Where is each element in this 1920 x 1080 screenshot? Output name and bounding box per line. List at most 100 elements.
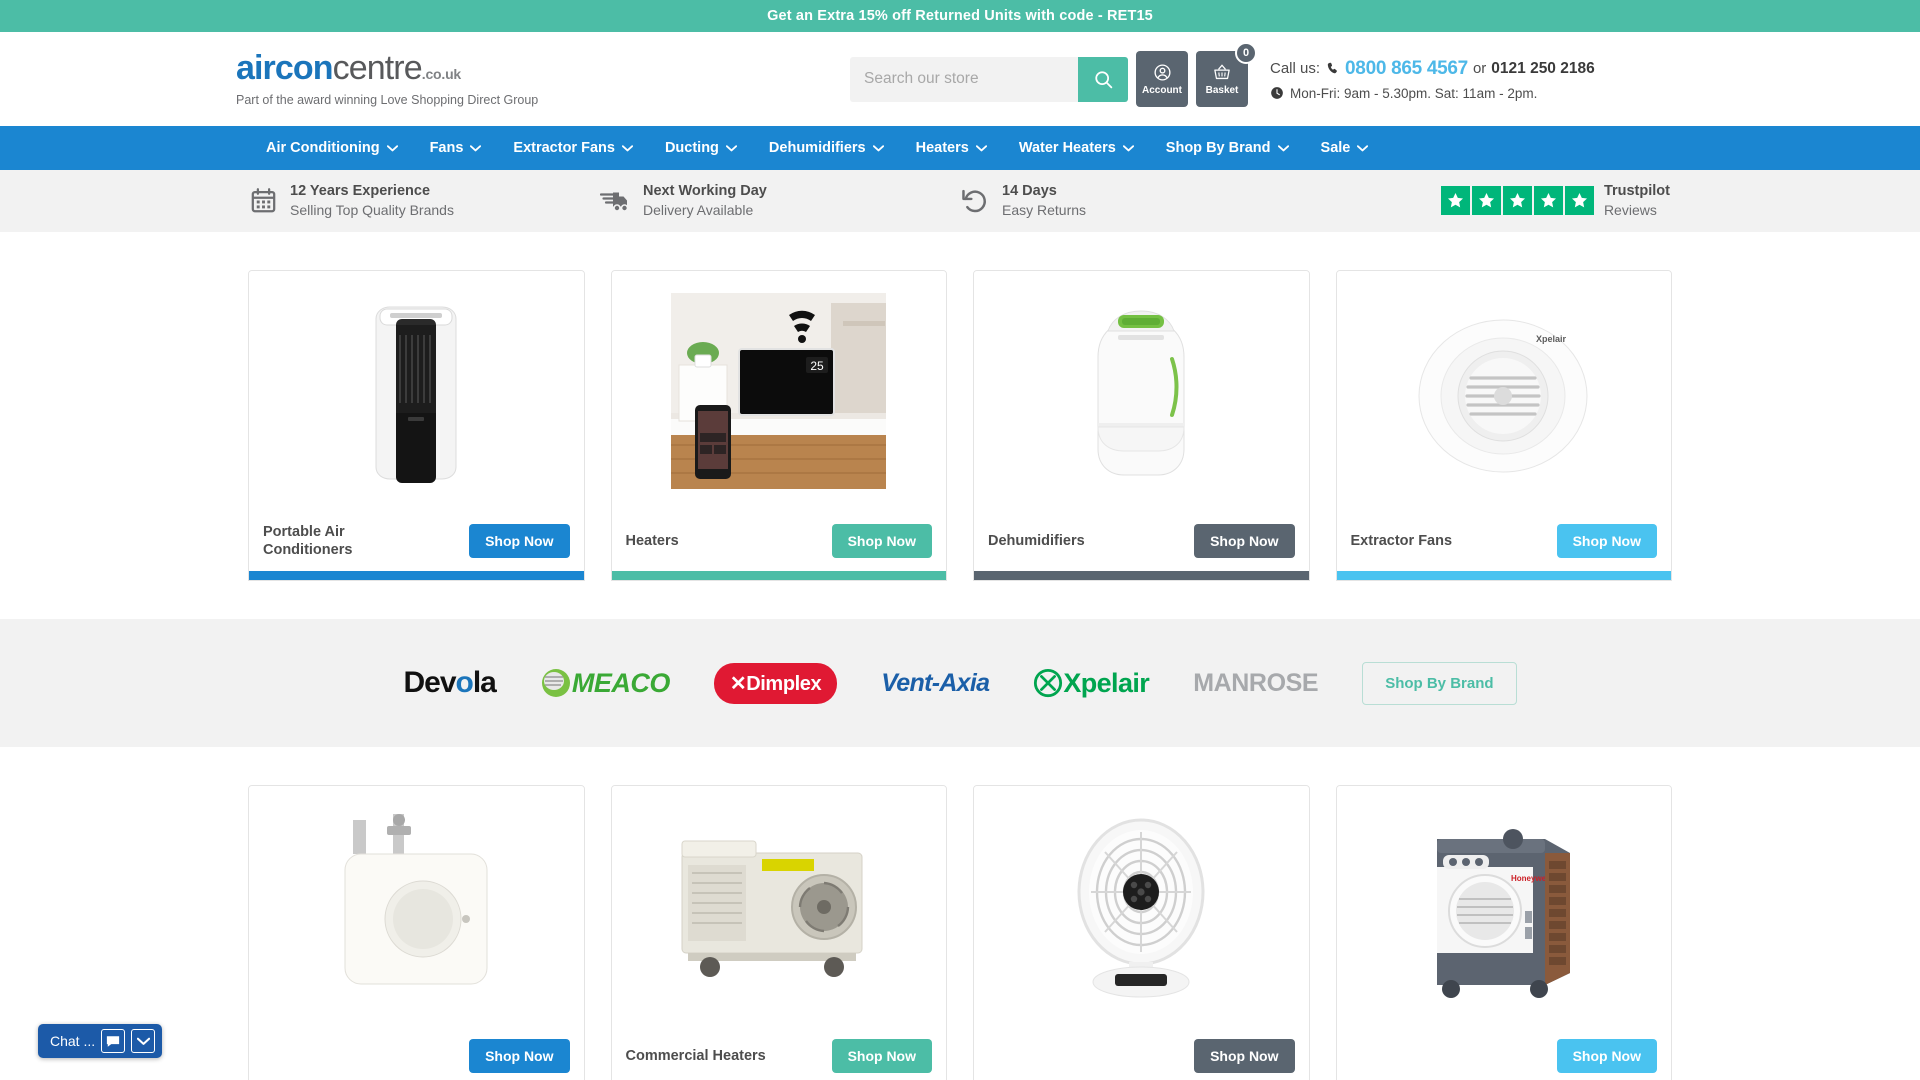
svg-text:Xpelair: Xpelair xyxy=(1536,334,1567,344)
category-card[interactable]: Dehumidifiers Shop Now xyxy=(973,270,1310,581)
chat-widget[interactable]: Chat ... xyxy=(38,1024,163,1058)
trustpilot-star xyxy=(1564,186,1594,216)
search-button[interactable] xyxy=(1078,56,1128,102)
star-icon xyxy=(1447,193,1463,208)
phone-or-label: or xyxy=(1472,60,1487,77)
usp-title: Next Working Day xyxy=(643,182,767,199)
brand-logo-vent-axia[interactable]: Vent-Axia xyxy=(881,662,990,704)
usp-title: 14 Days xyxy=(1002,182,1057,199)
call-us-label: Call us: xyxy=(1270,60,1321,77)
shop-now-button[interactable]: Shop Now xyxy=(831,1039,932,1073)
brand-strip: Devola MEACO ✕Dimplex Vent-Axia Xpelair … xyxy=(0,619,1920,747)
basket-button-label: Basket xyxy=(1205,84,1239,96)
brand-logo-manrose[interactable]: MANROSE xyxy=(1193,662,1318,704)
brand-logo-dimplex[interactable]: ✕Dimplex xyxy=(713,662,838,704)
account-button-label: Account xyxy=(1142,84,1182,96)
calendar-icon xyxy=(251,188,276,213)
chevron-down-glyph-icon xyxy=(136,1037,150,1045)
trustpilot-star xyxy=(1440,186,1470,216)
category-card[interactable]: Shop Now xyxy=(973,785,1310,1080)
nav-item-label: Dehumidifiers xyxy=(768,140,866,156)
brand-logo-devola[interactable]: Devola xyxy=(403,662,496,704)
account-button[interactable]: Account xyxy=(1136,51,1188,107)
shop-now-button[interactable]: Shop Now xyxy=(469,1039,570,1073)
site-header: airconcentre.co.uk Part of the award win… xyxy=(0,32,1920,126)
chevron-down-icon xyxy=(386,144,398,151)
nav-item-sale[interactable]: Sale xyxy=(1305,140,1385,156)
trustpilot-star xyxy=(1533,186,1563,216)
nav-item-water-heaters[interactable]: Water Heaters xyxy=(1003,140,1150,156)
category-card-footer: Dehumidifiers Shop Now xyxy=(974,511,1309,571)
category-card[interactable]: 25 Heaters Shop Now xyxy=(610,270,947,581)
nav-item-ducting[interactable]: Ducting xyxy=(649,140,753,156)
basket-button[interactable]: 0 Basket xyxy=(1196,42,1257,107)
star-icon xyxy=(1571,193,1587,208)
usp-item-returns: 14 Days Easy Returns xyxy=(960,182,1320,220)
category-card-title: Dehumidifiers xyxy=(988,532,1085,549)
category-card[interactable]: Commercial Heaters Shop Now xyxy=(610,785,947,1080)
nav-item-extractor-fans[interactable]: Extractor Fans xyxy=(497,140,649,156)
nav-item-fans[interactable]: Fans xyxy=(414,140,498,156)
chevron-down-icon xyxy=(1357,144,1369,151)
shop-by-brand-button[interactable]: Shop By Brand xyxy=(1362,661,1517,705)
logo-part-tld: .co.uk xyxy=(421,66,462,82)
shop-now-button[interactable]: Shop Now xyxy=(831,524,932,558)
nav-item-heaters[interactable]: Heaters xyxy=(900,140,1003,156)
nav-item-shop-by-brand[interactable]: Shop By Brand xyxy=(1150,140,1305,156)
chevron-down-icon xyxy=(621,144,633,151)
xpelair-mark-icon xyxy=(1034,668,1063,698)
basket-icon xyxy=(1214,63,1230,79)
brand-logo-meaco[interactable]: MEACO xyxy=(540,662,670,704)
promo-banner: Get an Extra 15% off Returned Units with… xyxy=(0,0,1920,32)
category-card[interactable]: Shop Now xyxy=(248,785,585,1080)
usp-subtitle: Delivery Available xyxy=(643,202,754,219)
logo-part-centre: centre xyxy=(332,49,423,87)
nav-item-label: Sale xyxy=(1320,140,1351,156)
phone-secondary[interactable]: 0121 250 2186 xyxy=(1491,60,1594,78)
chevron-down-icon xyxy=(872,144,884,151)
brand-logo-xpelair[interactable]: Xpelair xyxy=(1033,662,1150,704)
shop-now-button[interactable]: Shop Now xyxy=(469,524,570,558)
category-card[interactable]: Portable Air Conditioners Shop Now xyxy=(248,270,585,581)
shop-now-button[interactable]: Shop Now xyxy=(1194,1039,1295,1073)
brand-logo[interactable]: airconcentre.co.uk Part of the award win… xyxy=(236,51,538,107)
category-card-footer: Commercial Heaters Shop Now xyxy=(612,1026,947,1080)
contact-block: Call us: 0800 865 4567 or 0121 250 2186 … xyxy=(1270,58,1595,101)
category-card-footer: Portable Air Conditioners Shop Now xyxy=(249,511,584,571)
extractor-fan-photo: Xpelair xyxy=(1418,319,1588,472)
category-card-footer: Shop Now xyxy=(974,1026,1309,1080)
speech-bubble-icon[interactable] xyxy=(101,1029,126,1053)
delivery-truck-icon xyxy=(600,192,629,213)
nav-item-label: Air Conditioning xyxy=(266,140,380,156)
category-card[interactable]: Honeywell Shop Now xyxy=(1335,785,1672,1080)
star-icon xyxy=(1509,193,1525,208)
phone-primary[interactable]: 0800 865 4567 xyxy=(1345,58,1468,80)
chevron-down-icon xyxy=(725,144,737,151)
desk-fan-photo xyxy=(1077,818,1205,997)
category-card-accent-bar xyxy=(611,571,946,580)
opening-hours: Mon-Fri: 9am - 5.30pm. Sat: 11am - 2pm. xyxy=(1270,86,1595,101)
nav-item-dehumidifiers[interactable]: Dehumidifiers xyxy=(753,140,900,156)
nav-item-label: Shop By Brand xyxy=(1165,140,1271,156)
category-card-image xyxy=(249,271,584,511)
chat-label: Chat ... xyxy=(50,1033,96,1049)
shop-now-button[interactable]: Shop Now xyxy=(1556,1039,1657,1073)
shop-now-button[interactable]: Shop Now xyxy=(1194,524,1295,558)
search-bar[interactable] xyxy=(850,56,1128,102)
category-cards-row-2: Shop Now Commercial Heaters Shop Now Sho… xyxy=(0,747,1920,1080)
category-card-accent-bar xyxy=(249,571,584,580)
nav-item-label: Ducting xyxy=(664,140,719,156)
category-card-title: Heaters xyxy=(625,532,679,549)
nav-item-air-conditioning[interactable]: Air Conditioning xyxy=(250,140,414,156)
usp-title: 12 Years Experience xyxy=(290,182,431,199)
speech-bubble-glyph-icon xyxy=(107,1035,120,1047)
trustpilot-widget[interactable]: Trustpilot Reviews xyxy=(1440,182,1670,220)
chevron-down-icon[interactable] xyxy=(131,1029,156,1053)
shop-now-button[interactable]: Shop Now xyxy=(1556,524,1657,558)
category-card-image: Honeywell xyxy=(1336,786,1671,1026)
chevron-down-icon xyxy=(470,144,482,151)
nav-item-label: Water Heaters xyxy=(1018,140,1116,156)
category-card-image xyxy=(249,786,584,1026)
category-card[interactable]: Xpelair Extractor Fans Shop Now xyxy=(1335,270,1672,581)
search-input[interactable] xyxy=(850,56,1078,102)
